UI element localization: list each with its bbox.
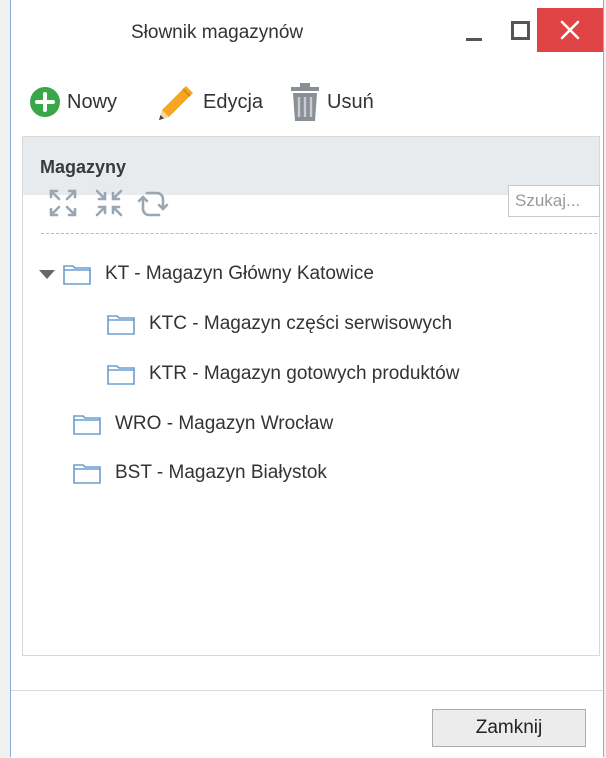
tree-node-label: BST - Magazyn Białystok xyxy=(115,462,327,483)
tree-node-kt[interactable]: KT - Magazyn Główny Katowice xyxy=(39,255,374,293)
close-icon xyxy=(560,20,580,40)
folder-icon xyxy=(107,365,135,385)
folder-icon xyxy=(73,464,101,484)
toolbar: Nowy Edycja Usuń xyxy=(11,72,603,134)
dialog-footer: Zamknij xyxy=(11,690,603,758)
search-input[interactable] xyxy=(508,185,600,217)
tree-node-wro[interactable]: WRO - Magazyn Wrocław xyxy=(73,405,333,443)
pencil-icon xyxy=(159,86,193,120)
plus-circle-icon xyxy=(30,87,60,117)
edit-button[interactable]: Edycja xyxy=(153,78,263,126)
edit-button-label: Edycja xyxy=(203,90,264,113)
warehouses-panel: Magazyny Szukaj... KT - Magazyn Główny K… xyxy=(22,136,600,656)
tree-node-ktc[interactable]: KTC - Magazyn części serwisowych xyxy=(107,305,452,343)
new-button-label: Nowy xyxy=(67,90,118,113)
minimize-button[interactable] xyxy=(451,8,497,52)
refresh-icon[interactable] xyxy=(137,187,169,219)
panel-tools xyxy=(23,185,600,233)
folder-icon xyxy=(73,415,101,435)
tree-node-label: KTC - Magazyn części serwisowych xyxy=(149,313,453,334)
maximize-icon xyxy=(510,20,530,40)
tree-node-bst[interactable]: BST - Magazyn Białystok xyxy=(73,454,327,492)
folder-icon xyxy=(107,315,135,335)
tree-node-label: WRO - Magazyn Wrocław xyxy=(115,413,334,434)
collapse-icon[interactable] xyxy=(93,187,125,219)
expand-icon[interactable] xyxy=(47,187,79,219)
new-button[interactable]: Nowy xyxy=(29,78,117,126)
delete-button[interactable]: Usuń xyxy=(289,78,374,126)
divider xyxy=(41,233,597,234)
title-bar[interactable]: Słownik magazynów xyxy=(11,0,603,62)
delete-button-label: Usuń xyxy=(327,90,374,113)
panel-title: Magazyny xyxy=(40,157,127,177)
window-title: Słownik magazynów xyxy=(131,22,304,43)
close-window-button[interactable] xyxy=(537,8,603,52)
tree-node-ktr[interactable]: KTR - Magazyn gotowych produktów xyxy=(107,355,459,393)
trash-icon xyxy=(291,83,319,121)
close-button[interactable]: Zamknij xyxy=(432,709,586,747)
folder-icon xyxy=(63,265,91,285)
dialog-window: Słownik magazynów Nowy Edycja Usuń Magaz… xyxy=(10,0,604,758)
expand-toggle-icon[interactable] xyxy=(39,269,55,279)
tree-node-label: KTR - Magazyn gotowych produktów xyxy=(149,363,460,384)
minimize-icon xyxy=(466,37,482,41)
tree-node-label: KT - Magazyn Główny Katowice xyxy=(105,263,374,284)
